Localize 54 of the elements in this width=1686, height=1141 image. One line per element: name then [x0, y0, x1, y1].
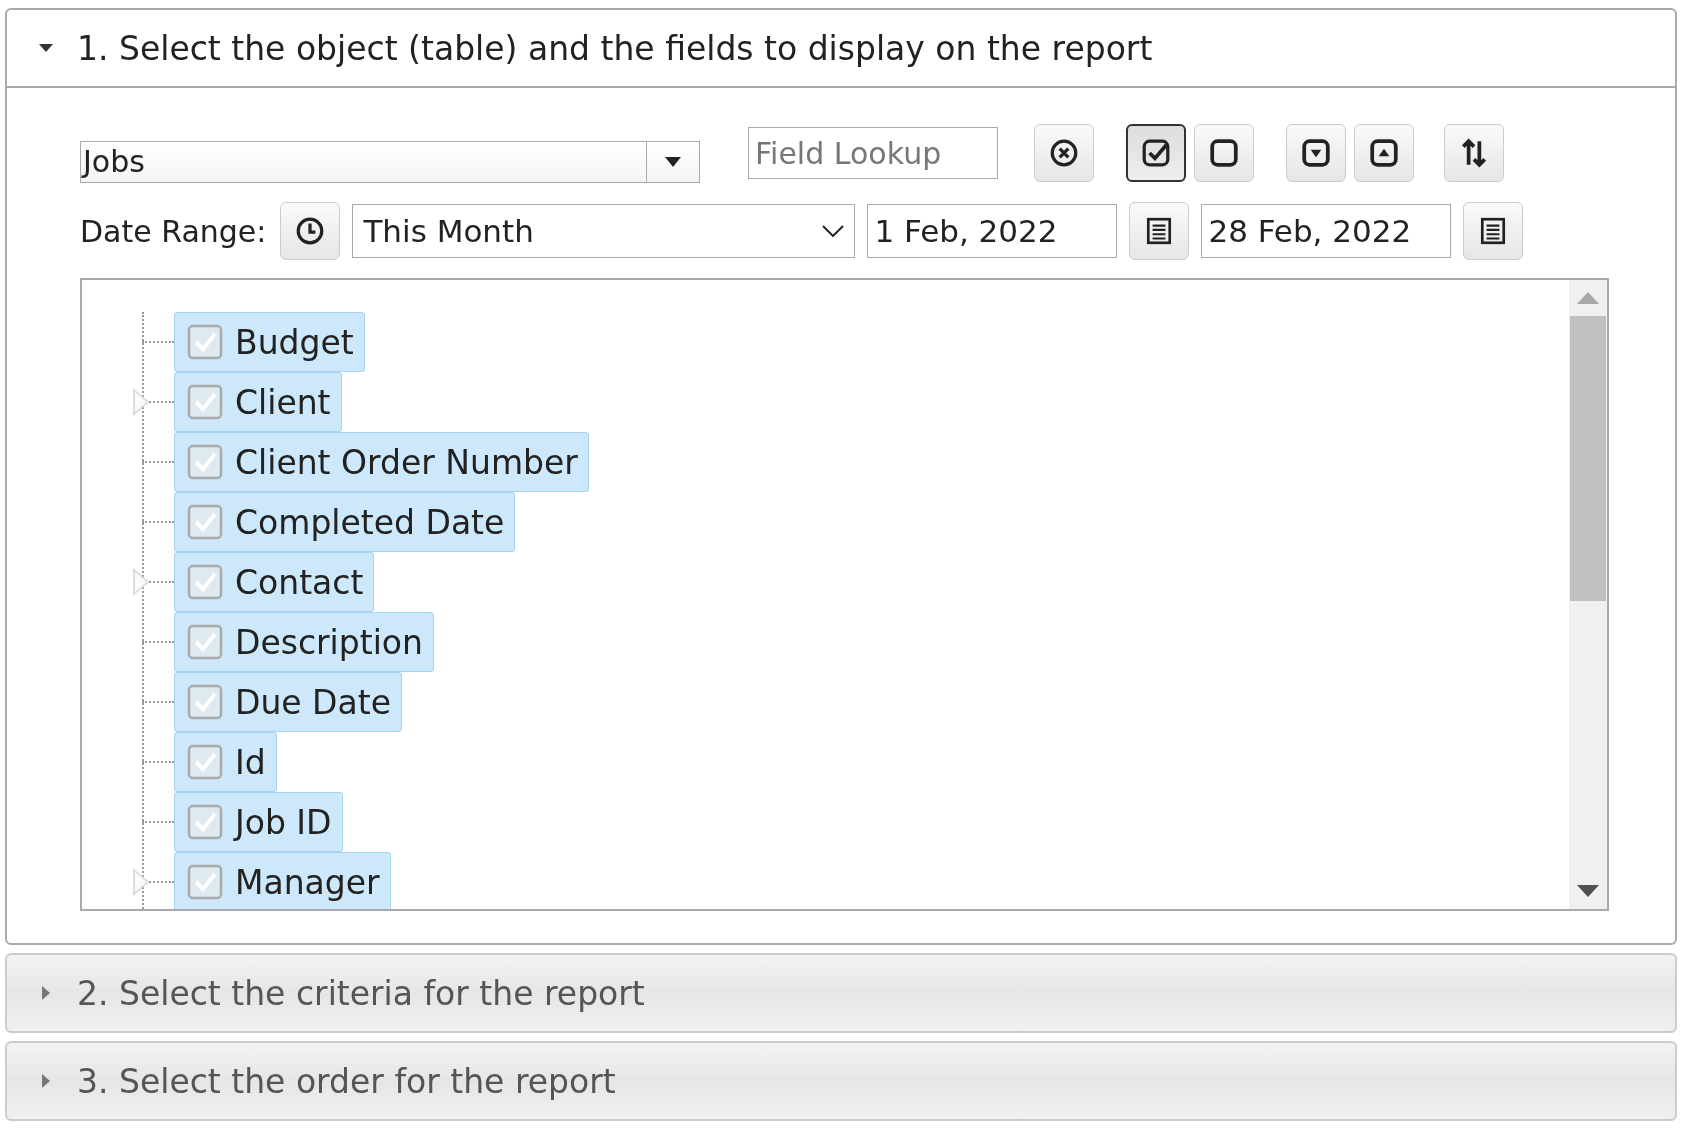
chevron-down-icon [822, 225, 845, 237]
field-tree-item[interactable]: Id [174, 732, 277, 792]
object-dropdown[interactable]: Jobs [80, 141, 700, 183]
checkbox[interactable] [187, 564, 223, 600]
checkbox[interactable] [187, 684, 223, 720]
checked-box-button[interactable] [1126, 124, 1186, 182]
section-header[interactable]: 3. Select the order for the report [7, 1043, 1675, 1119]
clear-button[interactable] [1034, 124, 1094, 182]
scroll-up-icon[interactable] [1577, 292, 1599, 304]
expand-arrow-icon[interactable] [132, 868, 150, 896]
calendar-button[interactable] [1463, 202, 1524, 260]
up-box-button[interactable] [1354, 124, 1414, 182]
section-header[interactable]: 2. Select the criteria for the report [7, 955, 1675, 1031]
field-tree-item[interactable]: Due Date [174, 672, 402, 732]
sort-arrows-button[interactable] [1444, 124, 1504, 182]
clock-icon [295, 216, 326, 246]
checkbox[interactable] [187, 744, 223, 780]
end-date-field[interactable]: 28 Feb, 2022 [1201, 204, 1452, 258]
up-box-icon [1369, 138, 1399, 168]
date-preset-dropdown[interactable]: This Month [352, 204, 856, 258]
scroll-down-icon[interactable] [1577, 885, 1599, 897]
scrollbar[interactable] [1569, 280, 1607, 909]
dropdown-arrow-icon [665, 157, 681, 167]
section-header[interactable]: 1. Select the object (table) and the fields to display on the report [7, 10, 1675, 88]
sort-arrows-icon [1459, 138, 1489, 168]
calendar-button[interactable] [1129, 202, 1190, 260]
checkbox[interactable] [187, 444, 223, 480]
field-tree-item[interactable]: Manager [174, 852, 391, 909]
clock-button[interactable] [280, 202, 341, 260]
field-lookup-input[interactable]: Field Lookup [748, 127, 998, 179]
field-tree-item[interactable]: Completed Date [174, 492, 516, 552]
field-tree-item[interactable]: Client [174, 372, 342, 432]
checked-box-icon [1141, 138, 1171, 168]
clear-icon [1049, 138, 1079, 168]
down-box-icon [1301, 138, 1331, 168]
checkbox[interactable] [187, 864, 223, 900]
start-date-field[interactable]: 1 Feb, 2022 [867, 204, 1118, 258]
field-tree-item[interactable]: Description [174, 612, 434, 672]
checkbox[interactable] [187, 384, 223, 420]
date-range-label: Date Range: [80, 213, 267, 249]
expand-arrow-icon[interactable] [132, 568, 150, 596]
field-tree-item[interactable]: Job ID [174, 792, 343, 852]
field-tree-item[interactable]: Budget [174, 312, 365, 372]
empty-box-button[interactable] [1194, 124, 1254, 182]
checkbox[interactable] [187, 624, 223, 660]
checkbox[interactable] [187, 804, 223, 840]
field-tree-item[interactable]: Contact [174, 552, 375, 612]
checkbox[interactable] [187, 504, 223, 540]
empty-box-icon [1209, 138, 1239, 168]
checkbox[interactable] [187, 324, 223, 360]
expand-arrow-icon[interactable] [132, 388, 150, 416]
scrollbar-thumb[interactable] [1570, 316, 1606, 601]
down-box-button[interactable] [1286, 124, 1346, 182]
field-tree-item[interactable]: Client Order Number [174, 432, 589, 492]
